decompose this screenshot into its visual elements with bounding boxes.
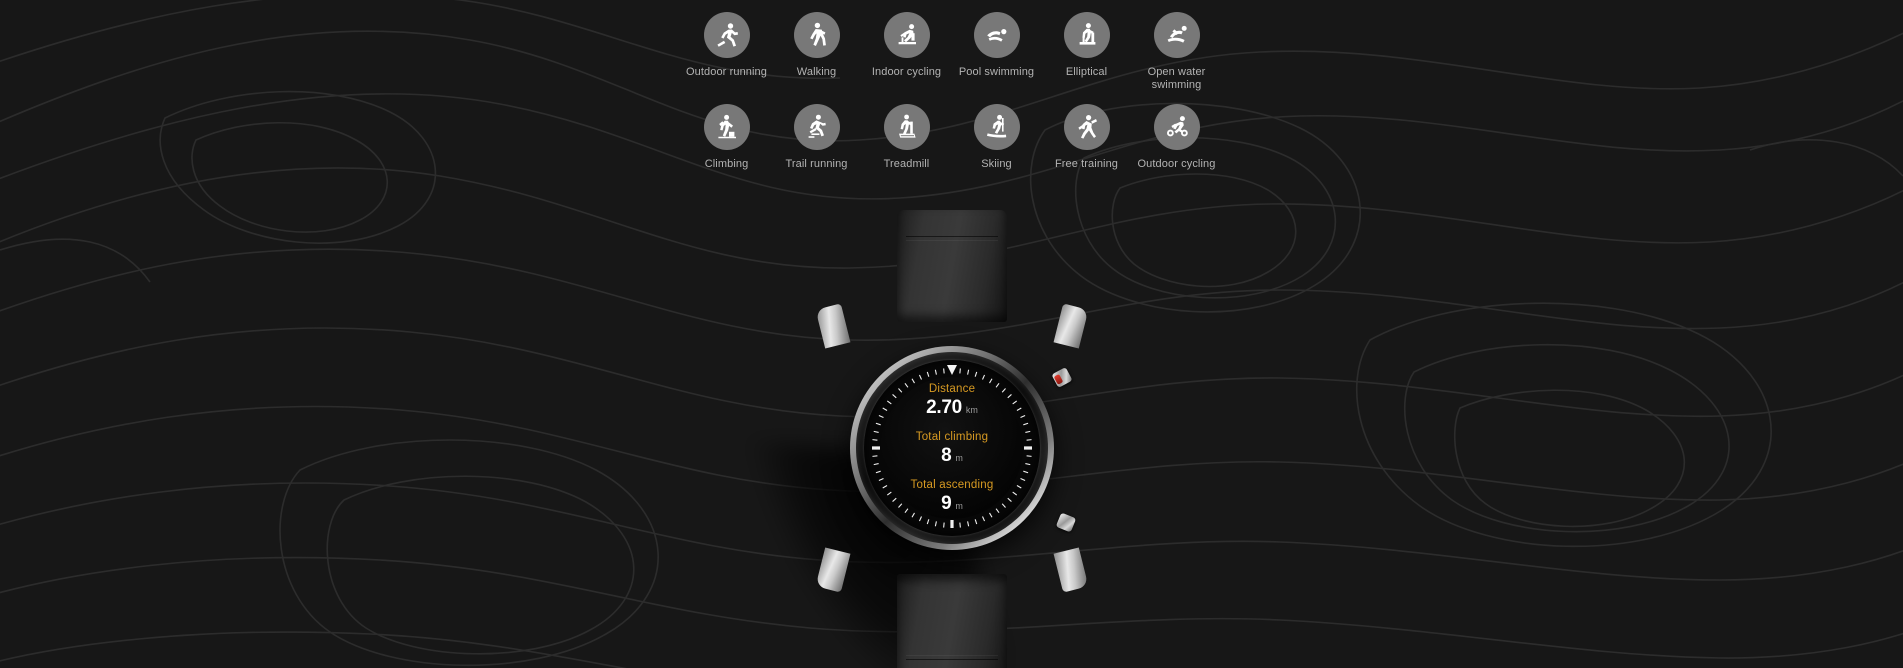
metric-unit: m	[955, 500, 963, 511]
metric-label: Total ascending	[910, 478, 994, 491]
watch-lug-bottom-right	[1053, 547, 1089, 593]
metric-unit: m	[955, 452, 963, 463]
metric-distance: Distance 2.70 km	[926, 383, 978, 418]
watch-lug-top-right	[1053, 303, 1089, 349]
sport-label: Climbing	[704, 158, 749, 170]
sport-item-elliptical[interactable]: Elliptical	[1042, 12, 1132, 91]
watch-case: Distance 2.70 km Total climbing 8 m Tota…	[850, 346, 1054, 550]
open-water-swimming-icon	[1153, 12, 1200, 58]
sport-item-indoor-cycling[interactable]: Indoor cycling	[862, 12, 952, 91]
sport-row-1: Outdoor running Walking Indoor cycling P…	[682, 12, 1222, 91]
trail-running-icon	[793, 104, 840, 150]
pool-swimming-icon	[973, 12, 1020, 58]
elliptical-icon	[1063, 12, 1110, 58]
watch-strap-top	[897, 210, 1007, 322]
walking-icon	[793, 12, 840, 58]
sport-modes-panel: Outdoor running Walking Indoor cycling P…	[0, 0, 1903, 171]
sport-label: Outdoor cycling	[1137, 158, 1216, 170]
watch-screen[interactable]: Distance 2.70 km Total climbing 8 m Tota…	[881, 377, 1023, 519]
sport-item-free-training[interactable]: Free training	[1042, 104, 1132, 171]
sport-item-treadmill[interactable]: Treadmill	[862, 104, 952, 171]
metric-unit: km	[965, 404, 978, 415]
sport-label: Skiing	[981, 158, 1012, 170]
metric-value: 2.70	[926, 396, 962, 418]
sport-item-pool-swimming[interactable]: Pool swimming	[952, 12, 1042, 91]
sport-label: Trail running	[785, 158, 848, 170]
metric-total-ascending: Total ascending 9 m	[911, 479, 994, 514]
sport-label: Outdoor running	[686, 66, 767, 78]
sport-label: Indoor cycling	[871, 66, 942, 78]
watch-crown-bottom-button[interactable]	[1055, 512, 1077, 533]
sport-label: Treadmill	[883, 158, 930, 170]
metric-value: 8	[941, 444, 952, 466]
sport-label: Free training	[1054, 158, 1119, 170]
watch-lug-top-left	[815, 303, 851, 349]
watch-crown-top-button[interactable]	[1051, 367, 1073, 388]
watch-strap-bottom	[897, 574, 1007, 668]
skiing-icon	[973, 104, 1020, 150]
outdoor-running-icon	[703, 12, 750, 58]
metric-label: Distance	[928, 382, 976, 395]
metric-label: Total climbing	[915, 430, 989, 443]
outdoor-cycling-icon	[1153, 104, 1200, 150]
sport-item-skiing[interactable]: Skiing	[952, 104, 1042, 171]
sport-item-walking[interactable]: Walking	[772, 12, 862, 91]
metric-value: 9	[941, 492, 952, 514]
sport-item-outdoor-running[interactable]: Outdoor running	[682, 12, 772, 91]
free-training-icon	[1063, 104, 1110, 150]
sport-label: Open water swimming	[1147, 66, 1206, 91]
treadmill-icon	[883, 104, 930, 150]
sport-label: Pool swimming	[958, 66, 1035, 78]
metric-total-climbing: Total climbing 8 m	[916, 431, 988, 466]
sport-label: Elliptical	[1065, 66, 1108, 78]
sport-item-open-water-swimming[interactable]: Open water swimming	[1132, 12, 1222, 91]
climbing-icon	[703, 104, 750, 150]
sport-label: Walking	[796, 66, 837, 78]
sport-item-climbing[interactable]: Climbing	[682, 104, 772, 171]
sport-item-outdoor-cycling[interactable]: Outdoor cycling	[1132, 104, 1222, 171]
indoor-cycling-icon	[883, 12, 930, 58]
sport-row-2: Climbing Trail running Treadmill Skiing …	[682, 104, 1222, 171]
smartwatch: Distance 2.70 km Total climbing 8 m Tota…	[742, 210, 1162, 668]
sport-item-trail-running[interactable]: Trail running	[772, 104, 862, 171]
